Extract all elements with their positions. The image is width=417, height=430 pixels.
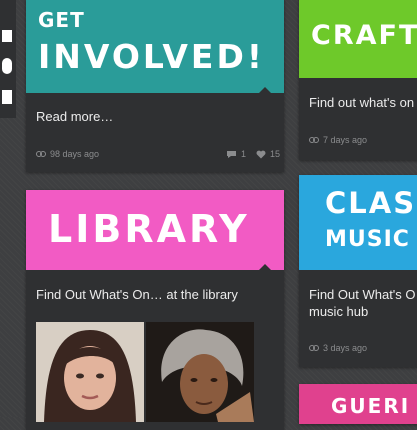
author-photo-man[interactable]	[146, 322, 254, 422]
card-classical-music[interactable]: CLAS MUSIC Find Out What's O music hub 3…	[299, 175, 417, 367]
card-text-line2: music hub	[309, 304, 369, 319]
card-text-line1: Find Out What's O	[309, 287, 416, 302]
banner-title: CRAFT	[311, 20, 417, 51]
card-banner: CLAS MUSIC	[299, 175, 417, 270]
like-count: 15	[270, 149, 281, 159]
portrait-image	[36, 322, 144, 422]
banner-title: GET	[38, 10, 85, 30]
card-text[interactable]: Find out what's on	[309, 94, 414, 111]
banner-title: GUERI	[331, 394, 411, 418]
banner-title: LIBRARY	[48, 207, 250, 251]
partial-title-tile	[2, 90, 12, 104]
card-banner: GUERI	[299, 384, 417, 424]
card-text[interactable]: Find Out What's On… at the library	[36, 286, 238, 303]
card-text[interactable]: Read more…	[36, 108, 113, 125]
card-age: 98 days ago	[36, 149, 99, 159]
portrait-image	[146, 322, 254, 422]
banner-title: INVOLVED!	[38, 40, 265, 73]
link-icon	[309, 137, 319, 143]
card-stats: 1 15	[226, 149, 280, 159]
card-age: 3 days ago	[309, 343, 367, 353]
age-label: 7 days ago	[323, 135, 368, 145]
age-label: 3 days ago	[323, 343, 368, 353]
age-label: 98 days ago	[50, 149, 100, 159]
card-craft[interactable]: CRAFT Find out what's on 7 days ago	[299, 0, 417, 160]
partial-title-tile	[2, 58, 12, 74]
heart-icon[interactable]	[256, 150, 266, 159]
card-get-involved[interactable]: GET INVOLVED! Read more… 98 days ago 1 1…	[26, 0, 284, 172]
card-banner: LIBRARY	[26, 190, 284, 270]
banner-title-line2: INVOLVED!	[38, 37, 265, 76]
card-age: 7 days ago	[309, 135, 367, 145]
banner-title-line1: CLAS	[325, 186, 417, 220]
partial-card-left[interactable]	[0, 0, 16, 118]
card-library[interactable]: LIBRARY Find Out What's On… at the libra…	[26, 190, 284, 430]
link-icon	[36, 151, 46, 157]
card-text[interactable]: Find Out What's O music hub	[309, 286, 416, 320]
comment-icon[interactable]	[226, 150, 237, 159]
banner-title-line2: MUSIC	[325, 227, 410, 252]
comment-count: 1	[241, 149, 247, 159]
card-guerilla[interactable]: GUERI	[299, 384, 417, 424]
banner-title-line1: GET	[38, 8, 85, 32]
card-banner: CRAFT	[299, 0, 417, 78]
card-banner: GET INVOLVED!	[26, 0, 284, 93]
partial-title-tile	[2, 30, 12, 42]
author-photo-woman[interactable]	[36, 322, 144, 422]
link-icon	[309, 345, 319, 351]
